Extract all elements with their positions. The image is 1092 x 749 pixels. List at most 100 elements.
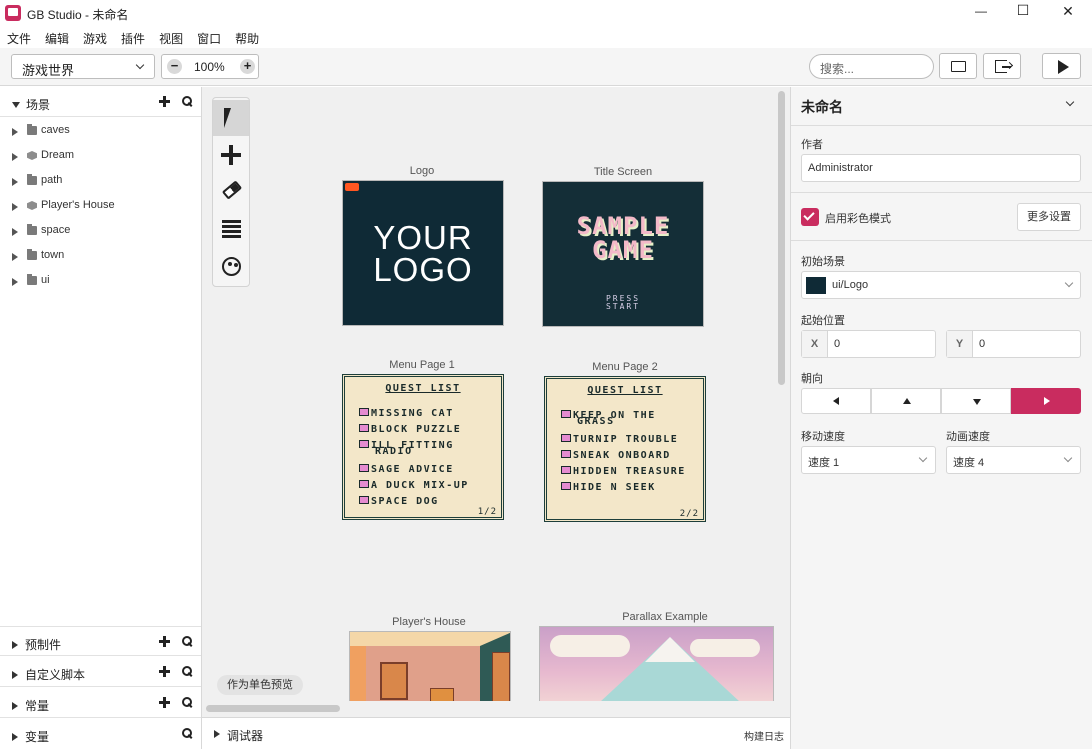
- scene-logo[interactable]: YOUR LOGO: [342, 180, 504, 326]
- menu-help[interactable]: 帮助: [228, 26, 266, 47]
- prefabs-title: 预制件: [25, 638, 62, 652]
- arrow-down-icon: [973, 399, 981, 405]
- menu-bar: 文件 编辑 游戏 插件 视图 窗口 帮助: [0, 26, 1092, 48]
- chevron-right-icon: [12, 128, 18, 136]
- direction-down-button[interactable]: [941, 388, 1011, 414]
- checkbox-icon: [561, 410, 571, 418]
- play-button[interactable]: [1042, 53, 1081, 79]
- search-placeholder: 搜索...: [820, 62, 855, 76]
- world-canvas[interactable]: Logo YOUR LOGO Title Screen SAMPLE GAME …: [202, 87, 790, 717]
- cube-icon: [27, 151, 37, 160]
- start-y-field[interactable]: Y 0: [946, 330, 1081, 358]
- open-folder-button[interactable]: [939, 53, 977, 79]
- add-scene-icon[interactable]: [159, 96, 170, 107]
- zoom-in-button[interactable]: +: [240, 59, 255, 74]
- app-logo-icon: [5, 5, 21, 21]
- toolbar: 游戏世界 − 100% + 搜索...: [0, 48, 1092, 86]
- tree-item-label: caves: [41, 124, 70, 136]
- y-label: Y: [947, 331, 973, 357]
- scene-parallax-example[interactable]: [539, 626, 774, 701]
- chevron-down-icon: [1064, 278, 1074, 288]
- eraser-tool[interactable]: [213, 174, 249, 210]
- color-mode-checkbox[interactable]: [801, 208, 819, 226]
- scene-menu-page-1[interactable]: QUEST LIST MISSING CAT BLOCK PUZZLE ILL …: [342, 374, 504, 520]
- x-label: X: [802, 331, 828, 357]
- custom-scripts-section-header[interactable]: 自定义脚本: [0, 657, 201, 687]
- direction-up-button[interactable]: [871, 388, 941, 414]
- anim-speed-select[interactable]: 速度 4: [946, 446, 1081, 474]
- vertical-scrollbar[interactable]: [778, 91, 785, 385]
- search-icon[interactable]: [182, 666, 192, 676]
- variables-section-header[interactable]: 变量: [0, 719, 201, 749]
- add-constant-icon[interactable]: [159, 697, 170, 708]
- checkbox-icon: [359, 480, 369, 488]
- search-icon[interactable]: [182, 728, 192, 738]
- search-icon[interactable]: [182, 636, 192, 646]
- tree-item-label: Dream: [41, 149, 75, 161]
- search-icon[interactable]: [182, 697, 192, 707]
- scenes-section-header[interactable]: 场景: [0, 87, 201, 117]
- zoom-out-button[interactable]: −: [167, 59, 182, 74]
- search-icon[interactable]: [182, 96, 192, 106]
- maximize-button[interactable]: ☐: [1011, 2, 1035, 22]
- folder-icon: [27, 124, 37, 135]
- scene-title-screen[interactable]: SAMPLE GAME PRESS START: [542, 181, 704, 327]
- add-script-icon[interactable]: [159, 666, 170, 677]
- list-item: HIDE N SEEK: [561, 482, 656, 493]
- direction-right-button[interactable]: [1011, 388, 1081, 414]
- debugger-label: 调试器: [227, 729, 264, 743]
- scene-players-house[interactable]: [349, 631, 511, 701]
- start-position-label: 起始位置: [801, 315, 845, 327]
- chevron-down-icon: [135, 60, 145, 70]
- title-text-game: GAME: [592, 236, 654, 264]
- debugger-bar[interactable]: 调试器 构建日志: [202, 717, 790, 749]
- chevron-right-icon: [12, 228, 18, 236]
- list-item: A DUCK MIX-UP: [359, 480, 469, 491]
- more-settings-button[interactable]: 更多设置: [1017, 203, 1081, 231]
- chevron-down-icon[interactable]: [1065, 97, 1075, 107]
- add-prefab-icon[interactable]: [159, 636, 170, 647]
- folder-icon: [27, 249, 37, 260]
- checkbox-icon: [359, 496, 369, 504]
- move-speed-select[interactable]: 速度 1: [801, 446, 936, 474]
- horizontal-scrollbar[interactable]: [206, 705, 340, 712]
- collision-tool[interactable]: [213, 211, 249, 247]
- add-tool[interactable]: [213, 137, 249, 173]
- menu-file[interactable]: 文件: [0, 26, 38, 47]
- start-scene-select[interactable]: ui/Logo: [801, 271, 1081, 299]
- arrow-right-icon: [1044, 397, 1050, 405]
- select-tool[interactable]: [213, 100, 249, 136]
- scene-thumbnail: [806, 277, 826, 294]
- build-log-button[interactable]: 构建日志: [744, 728, 784, 743]
- x-value: 0: [834, 338, 841, 350]
- scenes-title: 场景: [26, 98, 51, 112]
- logo-text-line2: LOGO: [373, 251, 473, 288]
- constants-section-header[interactable]: 常量: [0, 688, 201, 718]
- menu-edit[interactable]: 编辑: [38, 26, 76, 47]
- menu-plugins[interactable]: 插件: [114, 26, 152, 47]
- navigator-panel: 场景 caves Dream path Player's House space…: [0, 87, 202, 749]
- author-field[interactable]: Administrator: [801, 154, 1081, 182]
- minimize-button[interactable]: —: [966, 4, 996, 22]
- close-button[interactable]: ✕: [1056, 3, 1080, 23]
- window-title: GB Studio - 未命名: [27, 8, 129, 22]
- colors-tool[interactable]: [213, 248, 249, 284]
- scene-menu-page-2[interactable]: QUEST LIST KEEP ON THE GRASS TURNIP TROU…: [544, 376, 706, 522]
- menu-game[interactable]: 游戏: [76, 26, 114, 47]
- start-x-field[interactable]: X 0: [801, 330, 936, 358]
- export-button[interactable]: [983, 53, 1021, 79]
- title-text-start: START: [605, 302, 641, 311]
- menu-view[interactable]: 视图: [152, 26, 190, 47]
- direction-left-button[interactable]: [801, 388, 871, 414]
- mono-preview-toggle[interactable]: 作为单色预览: [217, 675, 303, 695]
- chevron-right-icon: [12, 671, 18, 679]
- zoom-level: 100%: [194, 60, 225, 74]
- scene-name-players-house: Player's House: [392, 616, 466, 628]
- menu-window[interactable]: 窗口: [190, 26, 228, 47]
- view-select[interactable]: 游戏世界: [11, 54, 155, 79]
- list-item: SNEAK ONBOARD: [561, 450, 671, 461]
- chevron-right-icon: [12, 641, 18, 649]
- checkbox-icon: [561, 482, 571, 490]
- search-input[interactable]: 搜索...: [809, 54, 934, 79]
- prefabs-section-header[interactable]: 预制件: [0, 626, 201, 656]
